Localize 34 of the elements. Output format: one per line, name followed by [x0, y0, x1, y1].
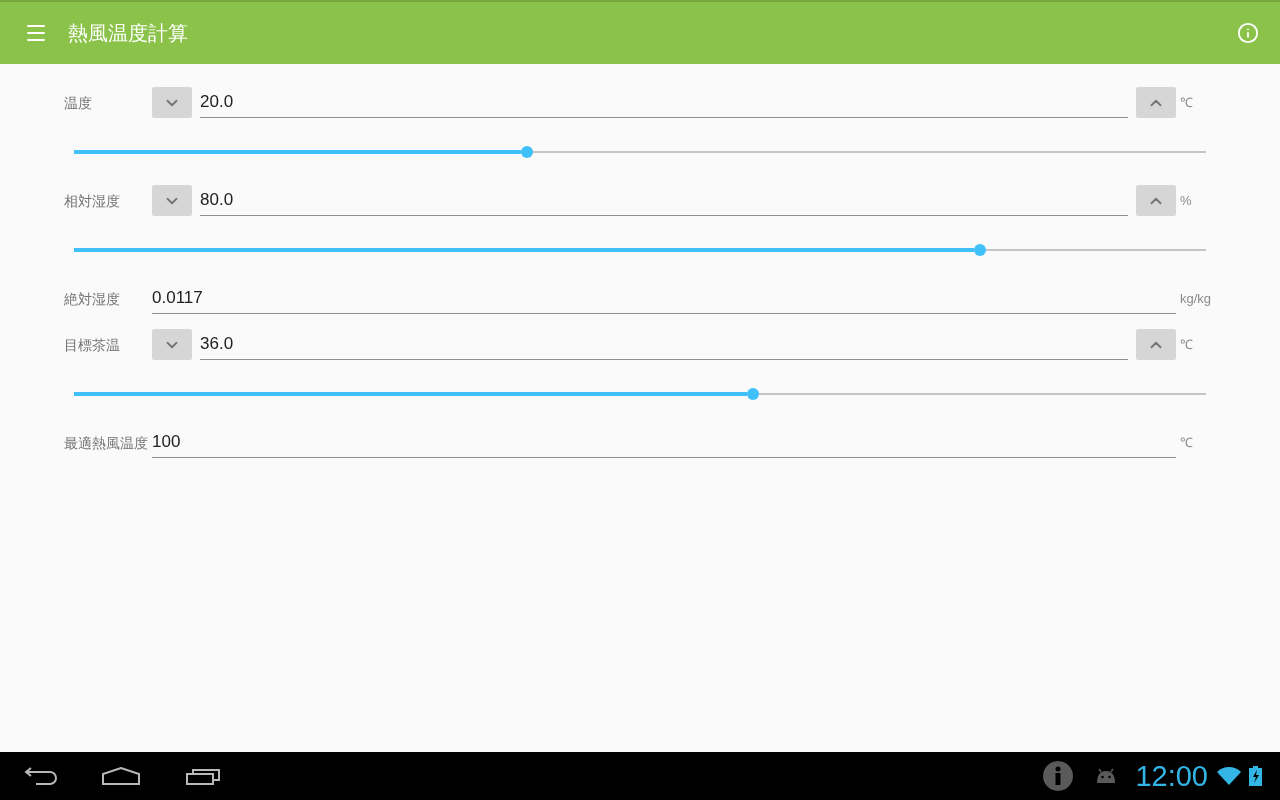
back-arrow-icon[interactable]	[24, 767, 58, 785]
input-field[interactable]: 20.0	[200, 87, 1128, 118]
home-icon[interactable]	[102, 767, 140, 785]
unit-label: ℃	[1180, 94, 1193, 111]
field-label: 絶対湿度	[64, 289, 120, 308]
wifi-icon	[1217, 767, 1241, 785]
increase-button[interactable]	[1136, 185, 1176, 216]
info-icon	[1043, 761, 1074, 791]
decrease-button[interactable]	[152, 185, 192, 216]
increase-button[interactable]	[1136, 87, 1176, 118]
increase-button[interactable]	[1136, 329, 1176, 360]
slider-thumb[interactable]	[973, 243, 986, 256]
field-label: 温度	[64, 93, 92, 112]
input-field[interactable]: 0.0117	[152, 283, 1176, 314]
field-label: 相対湿度	[64, 191, 120, 210]
decrease-button[interactable]	[152, 87, 192, 118]
input-field[interactable]: 36.0	[200, 329, 1128, 360]
unit-label: kg/kg	[1180, 290, 1212, 307]
clock-time: 12:00	[1135, 760, 1208, 792]
slider-thumb[interactable]	[747, 387, 760, 400]
app-title: 熱風温度計算	[68, 21, 188, 46]
unit-label: ℃	[1180, 336, 1193, 353]
field-label: 目標茶温	[64, 335, 120, 354]
decrease-button[interactable]	[152, 329, 192, 360]
field-label: 最適熱風温度	[64, 433, 148, 452]
input-field[interactable]: 100	[152, 427, 1176, 458]
recent-apps-icon[interactable]	[186, 767, 222, 785]
input-field[interactable]: 80.0	[200, 185, 1128, 216]
slider-thumb[interactable]	[520, 145, 533, 158]
unit-label: %	[1180, 192, 1192, 209]
info-icon[interactable]	[1237, 22, 1259, 44]
unit-label: ℃	[1180, 434, 1193, 451]
battery-icon	[1249, 766, 1262, 786]
robot-head-icon	[1095, 768, 1118, 784]
